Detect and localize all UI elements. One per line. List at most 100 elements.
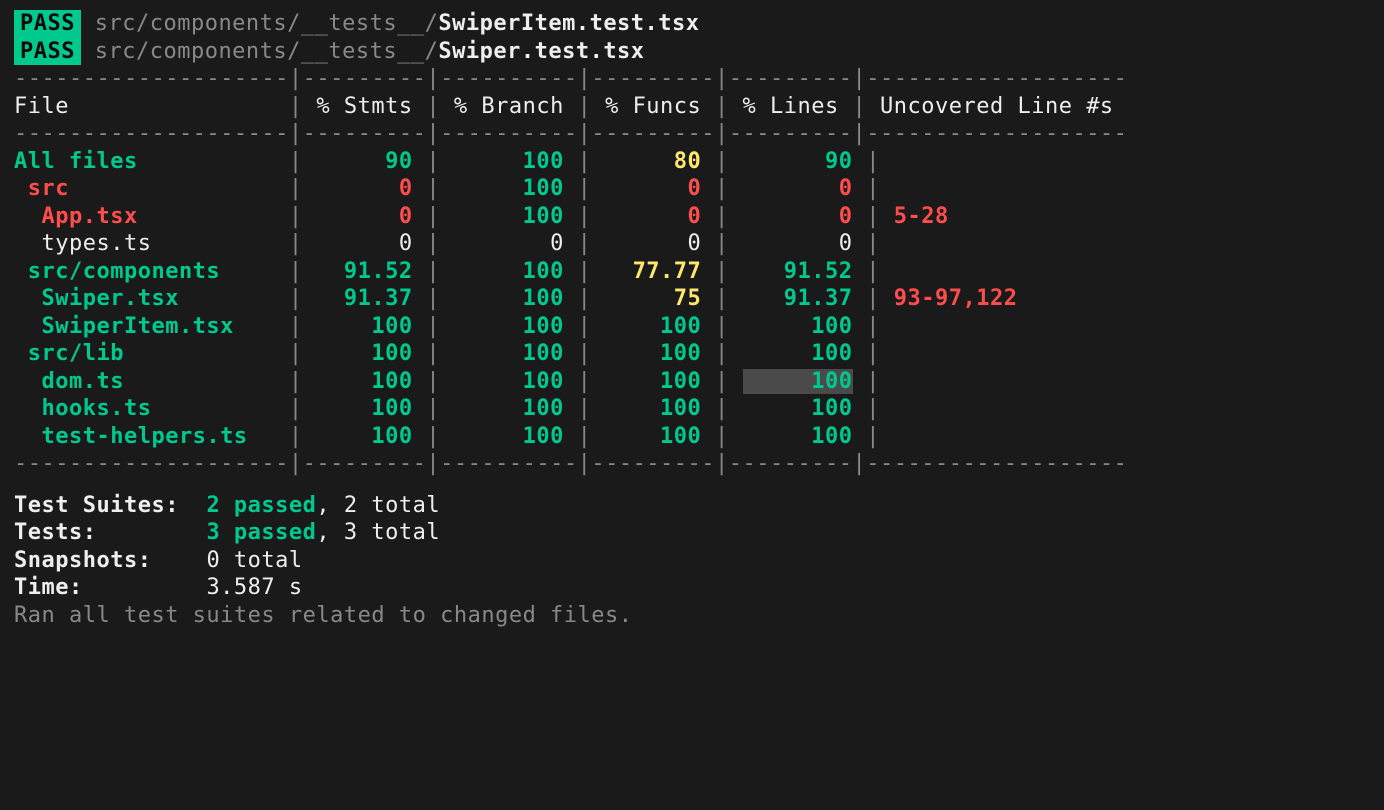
pipe: |	[866, 396, 880, 421]
pipe: |	[866, 259, 880, 284]
cell-branch: 100	[440, 314, 577, 339]
pad	[729, 396, 743, 421]
pipe: |	[426, 66, 440, 91]
pipe: |	[578, 314, 592, 339]
cell-lines: 100	[743, 396, 853, 421]
pipe: |	[866, 286, 880, 311]
pad	[729, 424, 743, 449]
coverage-table: --------------------|---------|---------…	[14, 65, 1370, 478]
pipe: |	[289, 176, 303, 201]
cell-file: src/lib	[14, 341, 289, 366]
pipe: |	[715, 149, 729, 174]
cell-file: types.ts	[14, 231, 289, 256]
hr: ----------	[440, 121, 577, 146]
pipe: |	[426, 451, 440, 476]
cell-file: dom.ts	[14, 369, 289, 394]
hr: ---------	[303, 121, 427, 146]
cell-uncovered	[880, 314, 1141, 339]
cell-file: App.tsx	[14, 204, 289, 229]
pad	[853, 231, 867, 256]
cell-branch: 100	[440, 149, 577, 174]
pipe: |	[578, 341, 592, 366]
col-branch: % Branch	[440, 94, 577, 119]
cell-uncovered	[880, 149, 1141, 174]
pipe: |	[715, 286, 729, 311]
pipe: |	[578, 204, 592, 229]
cell-funcs: 100	[591, 396, 715, 421]
cell-file: src/components	[14, 259, 289, 284]
cell-lines: 0	[743, 231, 853, 256]
pipe: |	[866, 149, 880, 174]
pad	[853, 314, 867, 339]
cell-uncovered	[880, 176, 1141, 201]
cell-stmts: 91.52	[303, 259, 427, 284]
cell-lines: 0	[743, 204, 853, 229]
pad	[853, 369, 867, 394]
cell-file: test-helpers.ts	[14, 424, 289, 449]
pad	[729, 176, 743, 201]
cell-uncovered: 5-28	[880, 204, 1141, 229]
cell-funcs: 75	[591, 286, 715, 311]
pad	[853, 286, 867, 311]
hr: --------------------	[14, 66, 289, 91]
summary-time-label: Time:	[14, 575, 193, 600]
test-path: src/components/__tests__/	[95, 11, 439, 36]
cell-funcs: 0	[591, 176, 715, 201]
cell-file: Swiper.tsx	[14, 286, 289, 311]
pipe: |	[715, 66, 729, 91]
pipe: |	[715, 369, 729, 394]
pipe: |	[289, 396, 303, 421]
cell-stmts: 91.37	[303, 286, 427, 311]
pipe: |	[715, 396, 729, 421]
cell-funcs: 80	[591, 149, 715, 174]
cell-branch: 100	[440, 341, 577, 366]
hr: --------------------	[14, 451, 289, 476]
pipe: |	[289, 369, 303, 394]
pipe: |	[715, 314, 729, 339]
cell-file: src	[14, 176, 289, 201]
summary-footer: Ran all test suites related to changed f…	[14, 603, 633, 628]
cell-stmts: 100	[303, 314, 427, 339]
pipe: |	[866, 341, 880, 366]
cell-file: SwiperItem.tsx	[14, 314, 289, 339]
summary-tests-label: Tests:	[14, 520, 193, 545]
pipe: |	[578, 369, 592, 394]
pipe: |	[426, 149, 440, 174]
cell-funcs: 100	[591, 314, 715, 339]
pipe: |	[426, 231, 440, 256]
cell-branch: 0	[440, 231, 577, 256]
pipe: |	[715, 231, 729, 256]
cell-lines: 90	[743, 149, 853, 174]
pipe: |	[866, 231, 880, 256]
pad	[853, 424, 867, 449]
pipe: |	[289, 231, 303, 256]
hr: ---------	[591, 121, 715, 146]
pipe: |	[853, 94, 867, 119]
summary-tests-total: , 3 total	[316, 520, 440, 545]
pipe: |	[289, 424, 303, 449]
cell-branch: 100	[440, 286, 577, 311]
pad	[729, 286, 743, 311]
pipe: |	[426, 314, 440, 339]
pipe: |	[715, 176, 729, 201]
cell-lines: 100	[743, 369, 853, 394]
summary-suites-label: Test Suites:	[14, 493, 193, 518]
pipe: |	[715, 341, 729, 366]
hr: ----------	[440, 66, 577, 91]
pipe: |	[578, 424, 592, 449]
cell-uncovered	[880, 369, 1141, 394]
pipe: |	[578, 94, 592, 119]
test-result-line: PASS src/components/__tests__/SwiperItem…	[14, 10, 1370, 38]
hr: ---------	[591, 66, 715, 91]
hr: -------------------	[866, 66, 1127, 91]
cell-funcs: 0	[591, 231, 715, 256]
pad	[729, 314, 743, 339]
cell-branch: 100	[440, 204, 577, 229]
summary-time-value: 3.587 s	[206, 575, 302, 600]
cell-stmts: 0	[303, 176, 427, 201]
pipe: |	[426, 259, 440, 284]
summary-tests-passed: 3 passed	[206, 520, 316, 545]
pipe: |	[866, 369, 880, 394]
col-funcs: % Funcs	[591, 94, 715, 119]
pipe: |	[426, 94, 440, 119]
